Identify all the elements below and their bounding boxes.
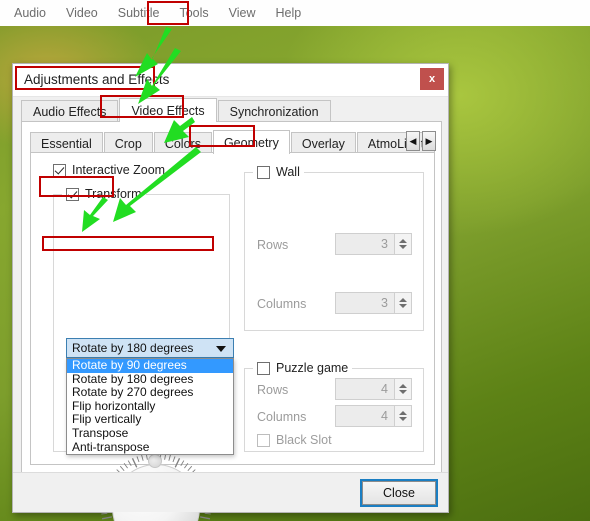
list-item[interactable]: Rotate by 180 degrees — [67, 372, 233, 387]
wall-groupbox: Wall Rows 3 Columns 3 — [244, 165, 424, 331]
spinner-arrows-icon[interactable] — [394, 234, 411, 254]
wall-columns-value: 3 — [381, 296, 388, 310]
puzzle-rows-value: 4 — [381, 382, 388, 396]
checkbox-glyph — [257, 433, 270, 447]
transform-groupbox-title: Transform — [62, 187, 146, 206]
tab-scroll-left-icon[interactable]: ◀ — [406, 131, 420, 151]
adjustments-and-effects-dialog: Adjustments and Effects x Audio Effects … — [12, 63, 449, 521]
puzzle-groupbox-title: Puzzle game — [253, 361, 353, 380]
list-item[interactable]: Flip horizontally — [67, 399, 233, 414]
wall-checkbox[interactable]: Wall — [257, 165, 300, 179]
transform-mode-value: Rotate by 180 degrees — [72, 341, 194, 355]
wall-rows-label: Rows — [257, 238, 289, 252]
menu-item-tools[interactable]: Tools — [169, 3, 218, 23]
transform-label: Transform — [85, 187, 142, 201]
tab-synchronization[interactable]: Synchronization — [217, 100, 331, 122]
menu-bar: Audio Video Subtitle Tools View Help — [0, 0, 590, 26]
interactive-zoom-label: Interactive Zoom — [72, 163, 166, 177]
puzzle-rows-spinner[interactable]: 4 — [335, 378, 412, 400]
transform-mode-dropdown-list[interactable]: Rotate by 90 degrees Rotate by 180 degre… — [66, 358, 234, 456]
dialog-title: Adjustments and Effects — [24, 72, 170, 87]
wall-groupbox-title: Wall — [253, 165, 304, 184]
transform-checkbox[interactable]: Transform — [66, 187, 142, 201]
tab-colors[interactable]: Colors — [153, 132, 212, 154]
close-button[interactable]: Close — [360, 479, 438, 507]
puzzle-game-groupbox: Puzzle game Rows 4 Columns 4 Black Slot — [244, 361, 424, 452]
spinner-arrows-icon[interactable] — [394, 379, 411, 399]
wall-label: Wall — [276, 165, 300, 179]
spinner-arrows-icon[interactable] — [394, 293, 411, 313]
tab-audio-effects[interactable]: Audio Effects — [21, 100, 119, 122]
list-item[interactable]: Rotate by 270 degrees — [67, 386, 233, 400]
menu-item-video[interactable]: Video — [56, 3, 108, 23]
wall-columns-spinner[interactable]: 3 — [335, 292, 412, 314]
transform-mode-combobox[interactable]: Rotate by 180 degrees — [66, 338, 234, 358]
checkbox-glyph — [66, 187, 79, 201]
interactive-zoom-checkbox[interactable]: Interactive Zoom — [53, 163, 165, 177]
chevron-down-icon — [216, 346, 226, 352]
list-item[interactable]: Rotate by 90 degrees — [67, 358, 233, 373]
tab-video-effects[interactable]: Video Effects — [119, 98, 217, 122]
puzzle-columns-value: 4 — [381, 409, 388, 423]
wall-rows-spinner[interactable]: 3 — [335, 233, 412, 255]
list-item[interactable]: Transpose — [67, 426, 233, 441]
list-item[interactable]: Anti-transpose — [67, 440, 233, 455]
screenshot-root: Audio Video Subtitle Tools View Help Adj… — [0, 0, 590, 521]
black-slot-checkbox[interactable]: Black Slot — [257, 433, 332, 447]
checkbox-glyph — [257, 165, 270, 179]
wall-rows-value: 3 — [381, 237, 388, 251]
wall-columns-label: Columns — [257, 297, 307, 311]
video-effects-page: Essential Crop Colors Geometry Overlay A… — [21, 121, 442, 521]
black-slot-label: Black Slot — [276, 433, 332, 447]
tab-crop[interactable]: Crop — [103, 132, 153, 154]
menu-item-audio[interactable]: Audio — [4, 3, 56, 23]
outer-tab-bar: Audio Effects Video Effects Synchronizat… — [21, 98, 332, 122]
menu-item-view[interactable]: View — [219, 3, 266, 23]
tab-essential[interactable]: Essential — [30, 132, 103, 154]
puzzle-rows-label: Rows — [257, 383, 289, 397]
dialog-title-bar: Adjustments and Effects x — [13, 64, 448, 97]
checkbox-glyph — [257, 361, 270, 375]
puzzle-game-checkbox[interactable]: Puzzle game — [257, 361, 348, 375]
puzzle-columns-spinner[interactable]: 4 — [335, 405, 412, 427]
puzzle-game-label: Puzzle game — [276, 361, 349, 375]
dialog-footer: Close — [13, 472, 448, 512]
tab-scroll-buttons: ◀ ▶ — [406, 131, 436, 151]
inner-tab-bar: Essential Crop Colors Geometry Overlay A… — [30, 129, 436, 154]
tab-geometry[interactable]: Geometry — [212, 130, 290, 154]
dial-notch-icon — [148, 454, 162, 468]
spinner-arrows-icon[interactable] — [394, 406, 411, 426]
menu-item-help[interactable]: Help — [266, 3, 312, 23]
menu-item-subtitle[interactable]: Subtitle — [108, 3, 170, 23]
tab-scroll-right-icon[interactable]: ▶ — [422, 131, 436, 151]
tab-overlay[interactable]: Overlay — [290, 132, 356, 154]
checkbox-glyph — [53, 163, 66, 177]
close-icon[interactable]: x — [420, 68, 444, 90]
list-item[interactable]: Flip vertically — [67, 413, 233, 427]
puzzle-columns-label: Columns — [257, 410, 307, 424]
